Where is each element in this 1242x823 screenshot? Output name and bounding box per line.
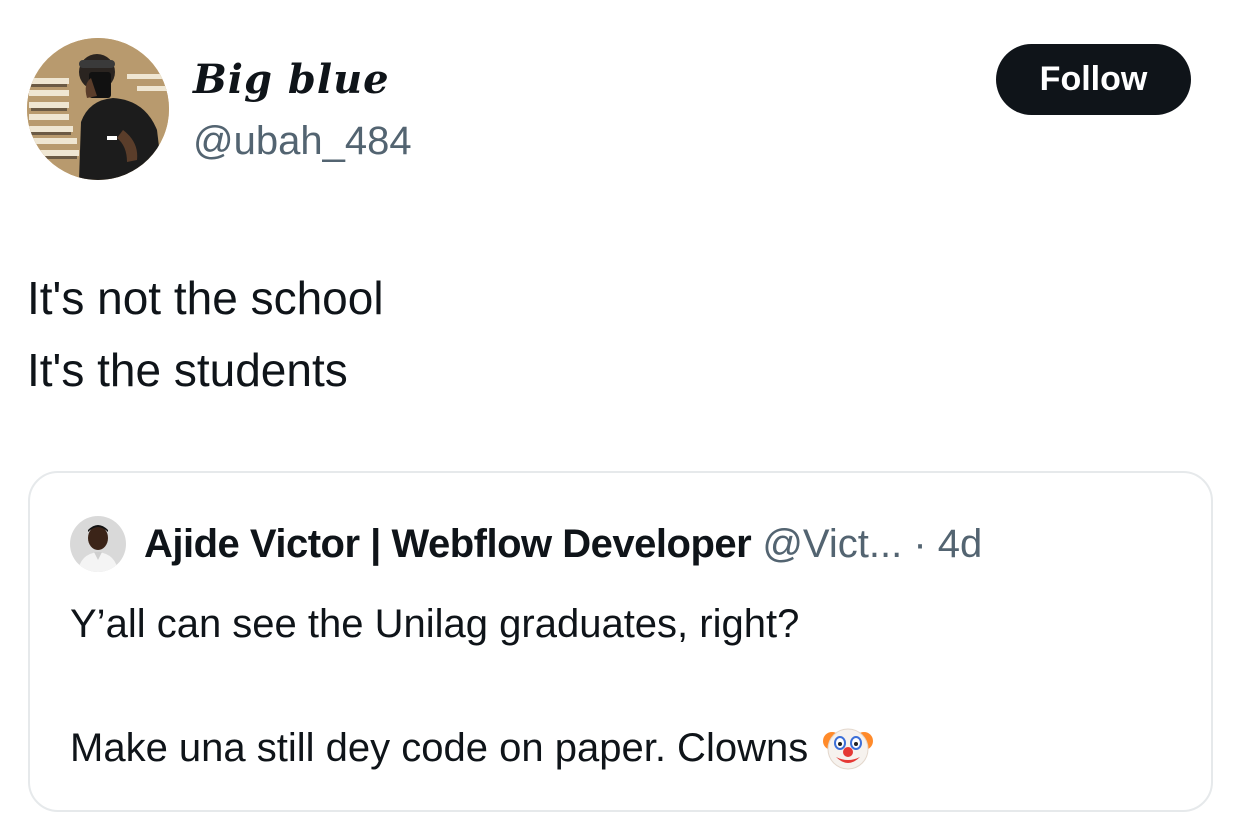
tweet-line: It's not the school [27, 272, 384, 324]
profile-photo [70, 516, 126, 572]
quoted-tweet-text: Y’all can see the Unilag graduates, righ… [70, 593, 874, 791]
quoted-author-name[interactable]: Ajide Victor | Webflow Developer [144, 522, 752, 566]
quoted-tweet-line: Y’all can see the Unilag graduates, righ… [70, 602, 800, 646]
profile-photo [27, 38, 169, 180]
author-avatar[interactable] [27, 38, 169, 180]
follow-button[interactable]: Follow [996, 44, 1191, 115]
tweet-text: It's not the school It's the students [27, 262, 384, 406]
quoted-author-handle[interactable]: @Vict... [762, 522, 902, 566]
quoted-tweet-line-text: Make una still dey code on paper. Clowns [70, 726, 809, 770]
quoted-author-avatar[interactable] [70, 516, 126, 572]
author-handle[interactable]: @ubah_484 [193, 116, 412, 166]
author-display-name[interactable]: Big blue [193, 54, 390, 106]
quoted-tweet-card[interactable]: Ajide Victor | Webflow Developer @Vict..… [28, 471, 1213, 812]
quoted-tweet-timestamp[interactable]: 4d [938, 522, 983, 566]
separator-dot: · [913, 522, 927, 566]
quoted-tweet-line: Make una still dey code on paper. Clowns [70, 717, 874, 791]
tweet-line: It's the students [27, 344, 348, 396]
quoted-tweet-header: Ajide Victor | Webflow Developer @Vict..… [144, 518, 982, 570]
clown-face-icon [822, 721, 874, 791]
